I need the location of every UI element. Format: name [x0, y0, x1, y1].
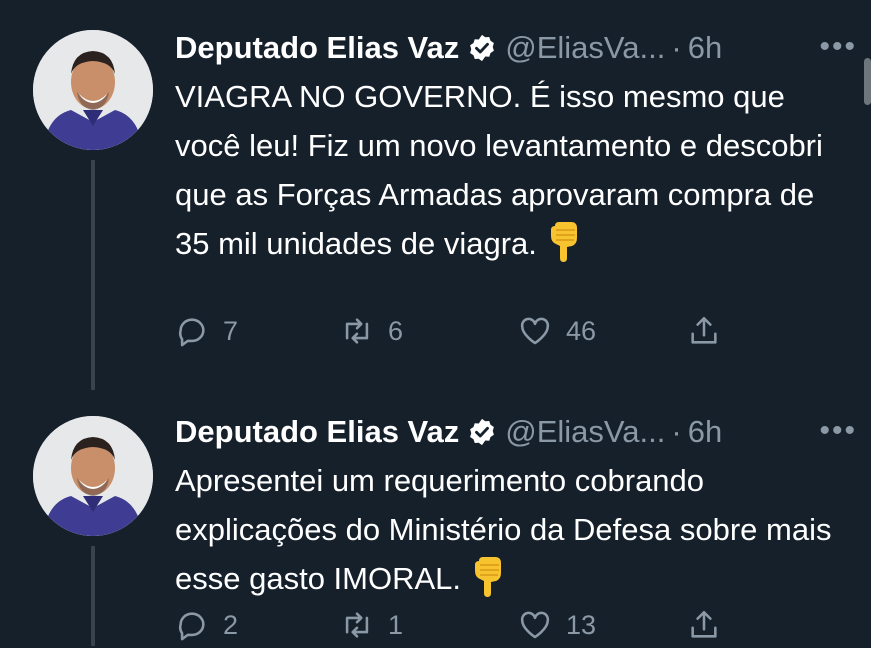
backhand-index-pointing-down-icon [550, 222, 577, 262]
share-button[interactable] [687, 608, 721, 642]
retweet-button[interactable]: 1 [340, 608, 403, 642]
tweet-actions: 2 1 13 [175, 608, 735, 648]
avatar-photo [33, 30, 153, 150]
tweet-text-content: VIAGRA NO GOVERNO. É isso mesmo que você… [175, 79, 823, 261]
heart-icon [520, 611, 550, 639]
thread-line [91, 546, 95, 646]
timestamp[interactable]: 6h [688, 30, 722, 66]
backhand-index-pointing-down-icon [475, 557, 502, 597]
retweet-count: 6 [388, 315, 404, 346]
reply-button[interactable]: 7 [175, 314, 238, 348]
share-button[interactable] [687, 314, 721, 348]
retweet-count: 1 [388, 609, 404, 640]
tweet-header: Deputado Elias Vaz @EliasVa... · 6h ••• [175, 412, 857, 452]
like-button[interactable]: 13 [518, 608, 596, 642]
avatar-photo [33, 416, 153, 536]
like-count: 46 [566, 315, 597, 346]
avatar[interactable] [33, 30, 153, 150]
more-options-button[interactable]: ••• [819, 414, 857, 448]
separator-dot: · [671, 414, 682, 449]
tweet[interactable]: Deputado Elias Vaz @EliasVa... · 6h ••• … [0, 0, 871, 390]
separator-dot: · [671, 30, 682, 65]
tweet[interactable]: Deputado Elias Vaz @EliasVa... · 6h ••• … [0, 390, 871, 646]
reply-button[interactable]: 2 [175, 608, 238, 642]
share-icon [691, 610, 717, 638]
author-handle[interactable]: @EliasVa... [505, 30, 665, 66]
like-count: 13 [566, 609, 597, 640]
author-name[interactable]: Deputado Elias Vaz [175, 30, 459, 66]
heart-icon [520, 317, 550, 345]
like-button[interactable]: 46 [518, 314, 596, 348]
avatar[interactable] [33, 416, 153, 536]
author-name[interactable]: Deputado Elias Vaz [175, 414, 459, 450]
tweet-actions: 7 6 46 [175, 314, 735, 354]
reply-count: 7 [223, 315, 239, 346]
retweet-icon [345, 612, 369, 638]
tweet-header: Deputado Elias Vaz @EliasVa... · 6h ••• [175, 28, 857, 68]
reply-icon [178, 318, 205, 347]
retweet-button[interactable]: 6 [340, 314, 403, 348]
reply-icon [178, 612, 205, 641]
tweet-text: Apresentei um requerimento cobrando expl… [175, 456, 855, 603]
verified-badge-icon [470, 418, 495, 446]
author-handle[interactable]: @EliasVa... [505, 414, 665, 450]
timestamp[interactable]: 6h [688, 414, 722, 450]
verified-badge-icon [470, 34, 495, 62]
share-icon [691, 316, 717, 344]
tweet-text: VIAGRA NO GOVERNO. É isso mesmo que você… [175, 72, 855, 268]
thread-line [91, 160, 95, 390]
retweet-icon [345, 318, 369, 344]
reply-count: 2 [223, 609, 239, 640]
more-options-button[interactable]: ••• [819, 30, 857, 64]
